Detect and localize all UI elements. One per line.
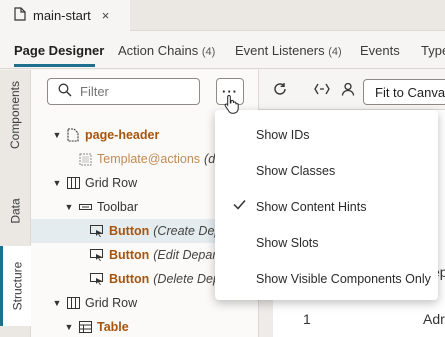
tab-count: (4) xyxy=(328,46,342,58)
search-icon xyxy=(58,83,72,100)
close-icon[interactable]: × xyxy=(102,8,110,23)
left-rail: Components Data Structure xyxy=(0,70,31,337)
table-icon xyxy=(78,320,92,334)
more-options-menu: Show IDs Show Classes Show Content Hints… xyxy=(215,110,438,300)
tab-label: Action Chains xyxy=(118,43,199,58)
tab-action-chains[interactable]: Action Chains (4) xyxy=(118,43,215,58)
caret-down-icon[interactable]: ▼ xyxy=(63,202,75,212)
active-tab-indicator xyxy=(14,64,95,67)
button-icon xyxy=(90,224,104,238)
tree-label: page-header xyxy=(85,128,160,142)
tab-event-listeners[interactable]: Event Listeners (4) xyxy=(235,43,342,58)
tree-label: Button xyxy=(109,248,150,262)
caret-down-icon[interactable]: ▼ xyxy=(51,178,63,188)
template-at: @actions xyxy=(147,152,201,166)
rail-tab-data[interactable]: Data xyxy=(0,176,31,246)
tree-label: Template xyxy=(97,152,148,166)
grid-row-icon xyxy=(66,296,80,310)
hand-cursor-icon xyxy=(224,94,240,117)
canvas-toolbar: Fit to Canvas xyxy=(259,70,445,110)
template-icon xyxy=(78,152,92,166)
refresh-icon[interactable] xyxy=(273,82,287,99)
tree-label: Toolbar xyxy=(97,200,138,214)
page-fragment-icon xyxy=(66,128,80,142)
caret-down-icon[interactable]: ▼ xyxy=(51,130,63,140)
button-icon xyxy=(90,248,104,262)
tree-label: Grid Row xyxy=(85,176,138,190)
menu-item-label: Show Visible Components Only xyxy=(256,272,431,286)
filter-field[interactable] xyxy=(47,78,200,105)
content-hint: (Create Dep xyxy=(153,224,222,238)
content-hint: (Edit Depar xyxy=(153,248,217,262)
table-cell-number: 1 xyxy=(303,311,311,327)
menu-item-show-visible-components-only[interactable]: Show Visible Components Only xyxy=(215,261,438,297)
code-toggle-icon[interactable] xyxy=(314,82,330,99)
file-tab-bar: main-start × xyxy=(0,0,445,31)
tab-label: Page Designer xyxy=(14,43,105,58)
rail-label: Components xyxy=(8,80,23,150)
tree-label: Table xyxy=(97,320,129,334)
menu-item-label: Show IDs xyxy=(256,128,310,142)
menu-item-show-classes[interactable]: Show Classes xyxy=(215,153,438,189)
file-tab-main-start[interactable]: main-start × xyxy=(0,0,130,31)
tab-label: Type xyxy=(421,43,445,58)
rail-label: Data xyxy=(8,198,23,224)
caret-down-icon[interactable]: ▼ xyxy=(63,322,75,332)
fit-to-canvas-button[interactable]: Fit to Canvas xyxy=(363,79,445,105)
menu-item-show-content-hints[interactable]: Show Content Hints xyxy=(215,189,438,225)
tab-page-designer[interactable]: Page Designer xyxy=(14,43,104,58)
filter-input[interactable] xyxy=(80,84,180,99)
menu-item-show-slots[interactable]: Show Slots xyxy=(215,225,438,261)
checkmark-icon xyxy=(233,199,246,213)
button-icon xyxy=(90,272,104,286)
tree-label: Grid Row xyxy=(85,296,138,310)
file-tab-title: main-start xyxy=(33,8,91,23)
file-icon xyxy=(14,7,26,24)
rail-tab-components[interactable]: Components xyxy=(0,70,31,160)
table-cell-text: Adr xyxy=(423,311,445,327)
menu-item-label: Show Content Hints xyxy=(256,200,367,214)
user-icon[interactable] xyxy=(341,82,355,99)
rail-tab-structure[interactable]: Structure xyxy=(0,246,31,326)
tree-label: Button xyxy=(109,272,150,286)
tab-label: Event Listeners xyxy=(235,43,325,58)
tab-count: (4) xyxy=(201,46,216,58)
content-hint: (Delete Dep xyxy=(153,272,220,286)
designer-tabs: Page Designer Action Chains (4) Event Li… xyxy=(0,31,445,69)
menu-item-show-ids[interactable]: Show IDs xyxy=(215,117,438,153)
tree-label: Button xyxy=(109,224,150,238)
tab-types[interactable]: Type xyxy=(421,43,445,58)
grid-row-icon xyxy=(66,176,80,190)
tab-label: Events xyxy=(360,43,400,58)
caret-down-icon[interactable]: ▼ xyxy=(51,298,63,308)
rail-label: Structure xyxy=(10,261,24,311)
toolbar-icon xyxy=(78,200,92,214)
tree-item-table[interactable]: ▼ Table xyxy=(31,315,258,337)
menu-item-label: Show Classes xyxy=(256,164,336,178)
menu-item-label: Show Slots xyxy=(256,236,319,250)
tab-events[interactable]: Events xyxy=(360,43,400,58)
content-hint: (d xyxy=(204,152,216,166)
